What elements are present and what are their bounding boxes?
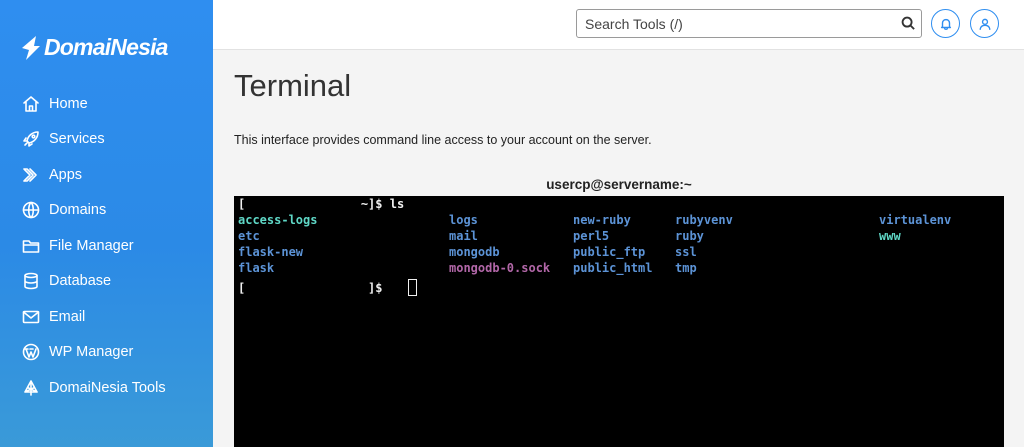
sidebar-item-wp-manager[interactable]: WP Manager <box>0 335 213 371</box>
bell-icon <box>940 18 951 30</box>
sidebar: DomaiNesia Home Services Apps Domains Fi… <box>0 0 213 447</box>
terminal-file-entry: ruby <box>675 229 704 243</box>
terminal-file-entry: perl5 <box>573 229 610 243</box>
sidebar-item-label: Email <box>49 308 86 325</box>
brand-name: DomaiNesia <box>44 33 168 60</box>
terminal-file-entry: logs <box>449 213 478 227</box>
terminal-file-entry: mongodb <box>449 245 500 259</box>
terminal-file-entry: virtualenv <box>879 213 952 227</box>
top-bar <box>213 0 1024 50</box>
terminal-session-title: usercp@servername:~ <box>546 177 692 192</box>
sidebar-item-file-manager[interactable]: File Manager <box>0 228 213 264</box>
terminal-file-entry: rubyvenv <box>675 213 733 227</box>
user-icon <box>978 18 991 30</box>
terminal-file-entry: mail <box>449 229 478 243</box>
search-icon[interactable] <box>895 11 921 37</box>
terminal-file-entry: etc <box>238 229 260 243</box>
terminal-file-entry: public_ftp <box>573 245 646 259</box>
sidebar-item-apps[interactable]: Apps <box>0 157 213 193</box>
terminal-file-entry: www <box>879 229 901 243</box>
terminal-prompt-line: [ ~]$ ls <box>238 197 405 211</box>
sidebar-item-label: Domains <box>49 202 107 219</box>
terminal-prompt-line: [ ]$ <box>238 281 383 295</box>
sidebar-item-label: Database <box>49 273 112 290</box>
database-icon <box>21 271 41 291</box>
folder-icon <box>21 236 41 256</box>
tools-icon <box>21 378 41 398</box>
terminal-file-entry: tmp <box>675 261 697 275</box>
terminal-window[interactable]: [ ~]$ ls access-logs etc flask-new flask… <box>234 196 1004 447</box>
search-box <box>576 9 922 38</box>
sidebar-item-label: Services <box>49 131 105 148</box>
mail-icon <box>21 307 41 327</box>
page-title: Terminal <box>234 68 352 103</box>
sidebar-item-database[interactable]: Database <box>0 264 213 300</box>
terminal-file-entry: mongodb-0.sock <box>449 261 551 275</box>
sidebar-item-label: WP Manager <box>49 344 134 361</box>
terminal-file-entry: flask <box>238 261 275 275</box>
search-input[interactable] <box>577 10 895 37</box>
terminal-file-entry: new-ruby <box>573 213 631 227</box>
sidebar-item-services[interactable]: Services <box>0 122 213 158</box>
sidebar-item-domains[interactable]: Domains <box>0 193 213 229</box>
sidebar-item-home[interactable]: Home <box>0 86 213 122</box>
sidebar-item-label: Apps <box>49 166 83 183</box>
apps-icon <box>21 165 41 185</box>
sidebar-nav: Home Services Apps Domains File Manager <box>0 86 213 406</box>
sidebar-item-email[interactable]: Email <box>0 299 213 335</box>
terminal-file-entry: flask-new <box>238 245 304 259</box>
user-menu-button[interactable] <box>970 9 999 38</box>
terminal-file-entry: access-logs <box>238 213 318 227</box>
sidebar-item-label: File Manager <box>49 237 134 254</box>
page-description: This interface provides command line acc… <box>234 133 652 147</box>
terminal-file-entry: public_html <box>573 261 653 275</box>
sidebar-item-label: DomaiNesia Tools <box>49 379 166 396</box>
terminal-file-entry: ssl <box>675 245 697 259</box>
rocket-icon <box>21 129 41 149</box>
home-icon <box>21 94 41 114</box>
brand-logo-mark-icon <box>20 32 42 62</box>
brand-logo[interactable]: DomaiNesia <box>20 30 168 64</box>
wordpress-icon <box>21 342 41 362</box>
notifications-button[interactable] <box>931 9 960 38</box>
sidebar-item-label: Home <box>49 95 88 112</box>
sidebar-item-domainesia-tools[interactable]: DomaiNesia Tools <box>0 370 213 406</box>
globe-icon <box>21 200 41 220</box>
terminal-cursor <box>408 279 417 296</box>
